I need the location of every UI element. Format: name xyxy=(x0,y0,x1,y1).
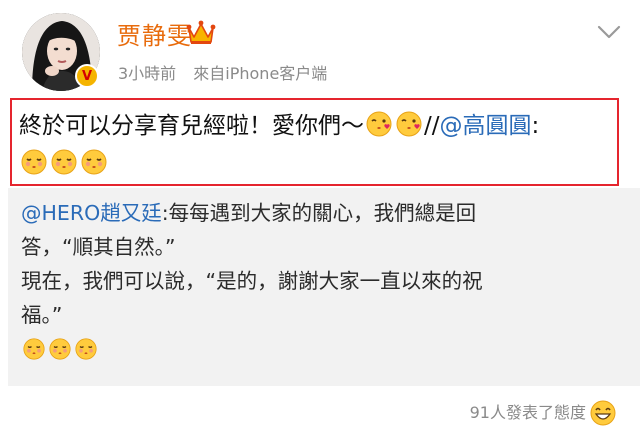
repost-line-1: @HERO趙又廷:每每遇到大家的關心，我們總是回 xyxy=(21,196,611,230)
post-meta: 3小時前 來自iPhone客户端 xyxy=(118,60,327,84)
post-timestamp: 3小時前 xyxy=(118,64,177,83)
post-body: 終於可以分享育兒經啦！愛你們～ //@高圓圓: xyxy=(19,107,619,183)
verified-badge-icon: V xyxy=(75,64,99,88)
post-source[interactable]: 來自iPhone客户端 xyxy=(193,64,327,83)
kiss-closed-eyes-emoji xyxy=(75,338,97,360)
repost-line-4: 福。” xyxy=(21,303,63,327)
repost-mention-link[interactable]: @HERO趙又廷 xyxy=(21,201,162,225)
repost-emoji-line xyxy=(21,332,611,366)
repost-line-2: 答，“順其自然。” xyxy=(21,235,176,259)
weibo-post: V 贾静雯 3小時前 來自iPhone客户端 終於可以分享育兒經啦！愛你們～ //… xyxy=(0,0,640,429)
kiss-closed-eyes-emoji xyxy=(51,149,77,175)
repost-body: @HERO趙又廷:每每遇到大家的關心，我們總是回 答，“順其自然。” 現在，我們… xyxy=(21,196,611,366)
kiss-closed-eyes-emoji xyxy=(21,149,47,175)
kiss-emoji xyxy=(366,111,392,137)
kiss-closed-eyes-emoji xyxy=(81,149,107,175)
username[interactable]: 贾静雯 xyxy=(117,16,192,51)
reactions-text: 91人發表了態度 xyxy=(469,403,586,422)
mention-colon: : xyxy=(531,113,540,139)
vip-crown-icon[interactable] xyxy=(186,18,216,46)
chevron-down-icon[interactable] xyxy=(597,24,621,40)
kiss-emoji xyxy=(396,111,422,137)
kiss-closed-eyes-emoji xyxy=(49,338,71,360)
repost-separator: // xyxy=(424,113,440,139)
post-text: 終於可以分享育兒經啦！愛你們～ xyxy=(19,113,364,139)
repost-text-1: :每每遇到大家的關心，我們總是回 xyxy=(161,201,477,225)
mention-link[interactable]: @高圓圓 xyxy=(440,113,532,139)
repost-line-3: 現在，我們可以說，“是的，謝謝大家一直以來的祝 xyxy=(21,269,483,293)
kiss-closed-eyes-emoji xyxy=(23,338,45,360)
grin-emoji[interactable] xyxy=(590,400,616,426)
